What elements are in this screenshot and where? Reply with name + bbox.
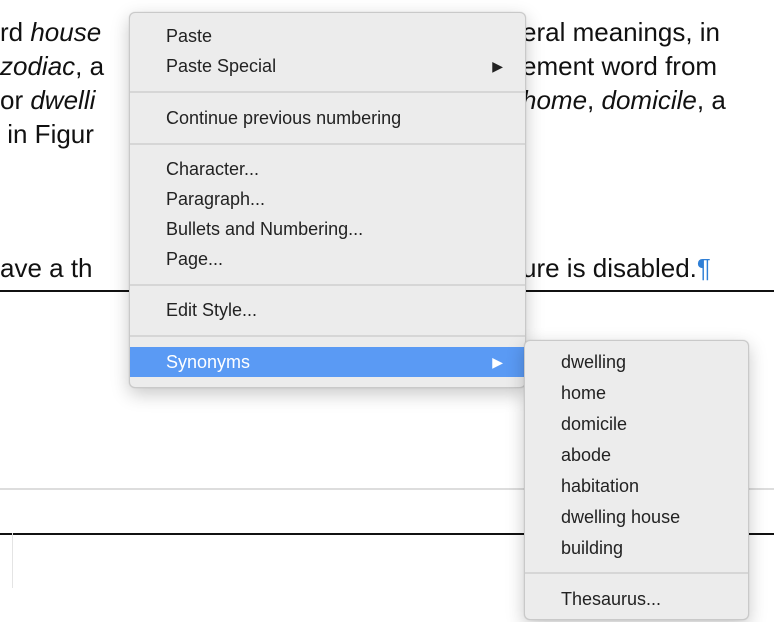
synonym-label: building: [561, 538, 624, 558]
menu-item-paragraph[interactable]: Paragraph...: [130, 184, 525, 214]
menu-separator: [525, 572, 748, 574]
doc-text: ave a th: [0, 253, 93, 283]
doc-italic-word: domicile: [601, 85, 697, 115]
doc-text: ement word from: [522, 51, 718, 81]
menu-separator: [130, 284, 525, 286]
menu-item-label: Paste: [166, 26, 213, 46]
menu-item-synonyms[interactable]: Synonyms ▶: [130, 347, 525, 377]
context-menu: Paste Paste Special ▶ Continue previous …: [129, 12, 526, 388]
synonym-item[interactable]: domicile: [525, 409, 748, 439]
doc-italic-word: zodiac: [0, 51, 76, 81]
document-window: rd house eral meanings, in zodiac, a eme…: [0, 0, 774, 622]
pilcrow-icon: ¶: [696, 253, 711, 283]
menu-item-label: Continue previous numbering: [166, 108, 402, 128]
menu-item-label: Synonyms: [166, 352, 251, 372]
menu-item-label: Character...: [166, 159, 260, 179]
synonym-label: dwelling house: [561, 507, 681, 527]
menu-item-label: Page...: [166, 249, 224, 269]
thesaurus-label: Thesaurus...: [561, 589, 662, 609]
synonym-label: home: [561, 383, 607, 403]
doc-text: or: [0, 85, 31, 115]
thesaurus-item[interactable]: Thesaurus...: [525, 584, 748, 614]
synonym-label: domicile: [561, 414, 628, 434]
synonym-label: dwelling: [561, 352, 627, 372]
synonym-label: abode: [561, 445, 612, 465]
table-cell-border: [12, 533, 13, 588]
document-text-line-4: in Figur: [0, 114, 94, 154]
doc-text: in Figur: [0, 119, 94, 149]
menu-item-character[interactable]: Character...: [130, 154, 525, 184]
synonyms-submenu: dwelling home domicile abode habitation …: [524, 340, 749, 620]
document-text-line-3-tail: home, domicile, a: [522, 80, 726, 120]
submenu-arrow-icon: ▶: [492, 354, 503, 370]
menu-separator: [130, 91, 525, 93]
synonym-item[interactable]: dwelling: [525, 347, 748, 377]
menu-item-paste-special[interactable]: Paste Special ▶: [130, 51, 525, 81]
menu-item-label: Edit Style...: [166, 300, 258, 320]
submenu-arrow-icon: ▶: [492, 58, 503, 74]
doc-text: rd: [0, 17, 31, 47]
menu-item-bullets-numbering[interactable]: Bullets and Numbering...: [130, 214, 525, 244]
menu-item-label: Paste Special: [166, 56, 277, 76]
doc-italic-word: home: [522, 85, 588, 115]
menu-item-page[interactable]: Page...: [130, 244, 525, 274]
synonym-item[interactable]: building: [525, 533, 748, 563]
synonym-label: habitation: [561, 476, 640, 496]
document-text-line-5: ave a th: [0, 248, 93, 288]
menu-item-paste[interactable]: Paste: [130, 21, 525, 51]
menu-separator: [130, 143, 525, 145]
synonym-item[interactable]: habitation: [525, 471, 748, 501]
menu-item-edit-style[interactable]: Edit Style...: [130, 295, 525, 325]
menu-separator: [130, 335, 525, 337]
menu-item-continue-numbering[interactable]: Continue previous numbering: [130, 103, 525, 133]
doc-text: ,: [587, 85, 602, 115]
doc-italic-word: dwelli: [30, 85, 96, 115]
synonym-item[interactable]: dwelling house: [525, 502, 748, 532]
doc-text: , a: [696, 85, 726, 115]
doc-text: ure is disabled.: [522, 253, 697, 283]
doc-italic-word: house: [30, 17, 102, 47]
menu-item-label: Bullets and Numbering...: [166, 219, 364, 239]
doc-text: eral meanings, in: [522, 17, 720, 47]
doc-text: , a: [75, 51, 105, 81]
synonym-item[interactable]: abode: [525, 440, 748, 470]
document-text-line-5-tail: ure is disabled.¶: [522, 248, 711, 288]
menu-item-label: Paragraph...: [166, 189, 266, 209]
synonym-item[interactable]: home: [525, 378, 748, 408]
